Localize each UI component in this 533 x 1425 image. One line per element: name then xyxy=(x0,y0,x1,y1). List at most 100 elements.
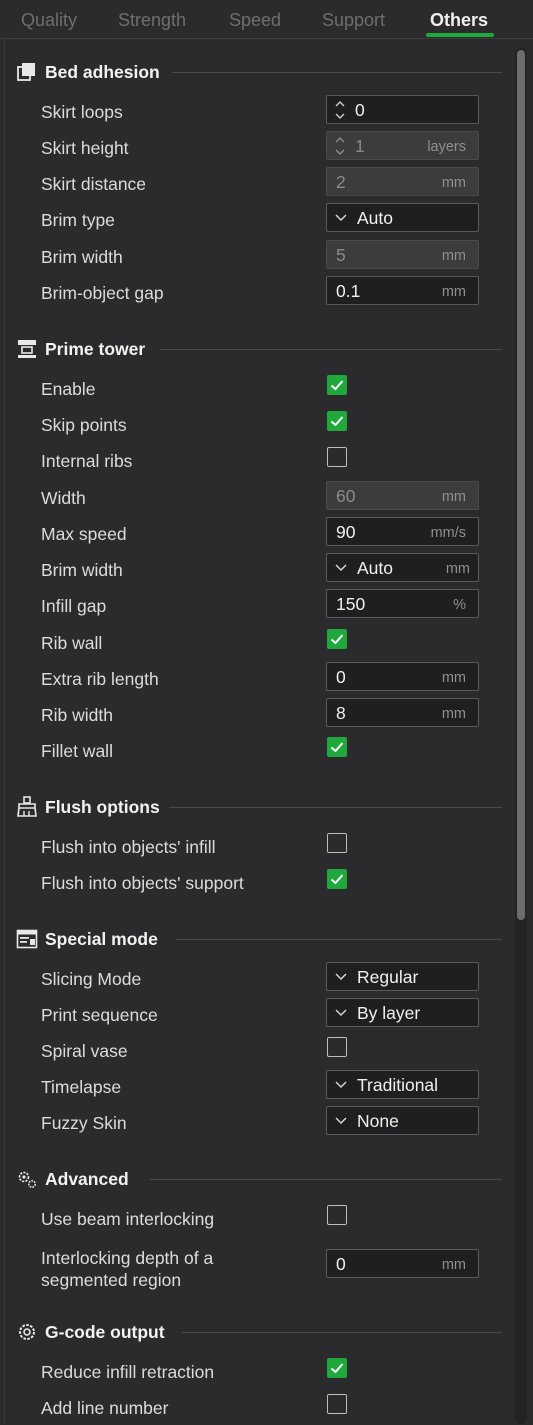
field-value: 5 xyxy=(336,245,346,265)
setting-row-extra-rib-length: Extra rib length 0 mm xyxy=(0,662,533,696)
flush-brush-icon xyxy=(17,796,37,817)
beam-interlocking-checkbox[interactable] xyxy=(327,1205,347,1225)
field-value: 8 xyxy=(336,703,346,723)
field-unit: mm xyxy=(441,1257,466,1273)
setting-label: Brim-object gap xyxy=(41,283,164,303)
max-speed-input[interactable]: 90 mm/s xyxy=(326,517,479,546)
setting-label: Max speed xyxy=(41,524,127,544)
brim-object-gap-input[interactable]: 0.1 mm xyxy=(326,276,479,305)
setting-label: Brim width xyxy=(41,560,123,580)
field-value: By layer xyxy=(357,1003,421,1023)
rib-width-input[interactable]: 8 mm xyxy=(326,698,479,727)
setting-label: Add line number xyxy=(41,1398,169,1418)
setting-row-rib-width: Rib width 8 mm xyxy=(0,698,533,732)
field-value: 0.1 xyxy=(336,281,361,301)
timelapse-dropdown[interactable]: Traditional xyxy=(326,1070,479,1099)
enable-checkbox[interactable] xyxy=(327,375,347,395)
setting-row-width: Width 60 mm xyxy=(0,481,533,515)
setting-label: Rib width xyxy=(41,705,113,725)
field-value: 90 xyxy=(336,522,356,542)
tower-width-input[interactable]: 60 mm xyxy=(326,481,479,510)
extra-rib-length-input[interactable]: 0 mm xyxy=(326,662,479,691)
section-divider xyxy=(150,1179,502,1180)
setting-row-rib-wall: Rib wall xyxy=(0,626,533,660)
tab-strength[interactable]: Strength xyxy=(118,10,186,31)
rib-wall-checkbox[interactable] xyxy=(327,629,347,649)
gcode-gear-icon xyxy=(19,1324,35,1340)
fuzzy-skin-dropdown[interactable]: None xyxy=(326,1106,479,1135)
setting-label: Print sequence xyxy=(41,1005,158,1025)
section-bed-adhesion: Bed adhesion xyxy=(16,60,502,84)
vertical-scrollbar[interactable] xyxy=(515,48,527,1424)
setting-row-add-line-number: Add line number xyxy=(0,1391,533,1425)
setting-label: Interlocking depth of a segmented region xyxy=(41,1248,214,1290)
tower-brim-width-dropdown[interactable]: Auto mm xyxy=(326,553,479,582)
setting-label: Skirt distance xyxy=(41,174,147,194)
field-value: 60 xyxy=(336,486,356,506)
field-value: Auto xyxy=(357,558,393,578)
setting-row-fuzzy-skin: Fuzzy Skin None xyxy=(0,1106,533,1140)
setting-label: Use beam interlocking xyxy=(41,1209,215,1229)
checkmark-icon xyxy=(330,1363,344,1374)
tab-others[interactable]: Others xyxy=(430,10,488,31)
flush-infill-checkbox[interactable] xyxy=(327,833,347,853)
skirt-loops-spin-input[interactable]: 0 xyxy=(326,95,479,124)
field-value: Auto xyxy=(357,208,393,228)
setting-row-fillet-wall: Fillet wall xyxy=(0,734,533,768)
field-value: 0 xyxy=(355,100,365,120)
bed-adhesion-icon xyxy=(17,63,35,81)
chevron-down-icon xyxy=(335,214,347,221)
skip-points-checkbox[interactable] xyxy=(327,411,347,431)
tab-quality[interactable]: Quality xyxy=(21,10,77,31)
setting-row-max-speed: Max speed 90 mm/s xyxy=(0,517,533,551)
setting-row-brim-type: Brim type Auto xyxy=(0,203,533,237)
skirt-distance-input[interactable]: 2 mm xyxy=(326,167,479,196)
internal-ribs-checkbox[interactable] xyxy=(327,447,347,467)
setting-label: Rib wall xyxy=(41,633,103,653)
setting-row-brim-object-gap: Brim-object gap 0.1 mm xyxy=(0,276,533,310)
field-value: 0 xyxy=(336,667,346,687)
setting-row-skirt-distance: Skirt distance 2 mm xyxy=(0,167,533,201)
skirt-height-spin-input[interactable]: 1 layers xyxy=(326,131,479,160)
section-divider xyxy=(182,1332,502,1333)
spiral-vase-checkbox[interactable] xyxy=(327,1037,347,1057)
add-line-number-checkbox[interactable] xyxy=(327,1394,347,1414)
checkmark-icon xyxy=(330,380,344,391)
field-value: None xyxy=(357,1111,399,1131)
section-prime-tower: Prime tower xyxy=(16,337,502,361)
section-special-mode: Special mode xyxy=(16,927,502,951)
checkmark-icon xyxy=(330,634,344,645)
setting-label: Spiral vase xyxy=(41,1041,128,1061)
setting-label: Fuzzy Skin xyxy=(41,1113,127,1133)
slicing-mode-dropdown[interactable]: Regular xyxy=(326,962,479,991)
setting-label: Extra rib length xyxy=(41,669,159,689)
fillet-wall-checkbox[interactable] xyxy=(327,737,347,757)
setting-label: Flush into objects' support xyxy=(41,873,244,893)
section-title: Flush options xyxy=(45,797,160,817)
spinner-arrows-icon[interactable] xyxy=(333,134,347,158)
setting-row-reduce-infill-retraction: Reduce infill retraction xyxy=(0,1355,533,1389)
print-sequence-dropdown[interactable]: By layer xyxy=(326,998,479,1027)
section-divider xyxy=(172,72,502,73)
setting-label: Brim width xyxy=(41,247,123,267)
spinner-arrows-icon[interactable] xyxy=(333,98,347,122)
section-flush-options: Flush options xyxy=(16,795,502,819)
section-title: Special mode xyxy=(45,929,158,949)
setting-label: Enable xyxy=(41,379,96,399)
reduce-infill-retraction-checkbox[interactable] xyxy=(327,1358,347,1378)
brim-width-input[interactable]: 5 mm xyxy=(326,240,479,269)
brim-type-dropdown[interactable]: Auto xyxy=(326,203,479,232)
setting-label: Flush into objects' infill xyxy=(41,837,216,857)
tab-support[interactable]: Support xyxy=(322,10,385,31)
tab-speed[interactable]: Speed xyxy=(229,10,281,31)
flush-support-checkbox[interactable] xyxy=(327,869,347,889)
setting-label: Internal ribs xyxy=(41,451,133,471)
infill-gap-input[interactable]: 150 % xyxy=(326,589,479,618)
interlocking-depth-input[interactable]: 0 mm xyxy=(326,1249,479,1278)
field-unit: mm xyxy=(441,175,466,191)
setting-row-infill-gap: Infill gap 150 % xyxy=(0,589,533,623)
setting-label: Timelapse xyxy=(41,1077,122,1097)
field-unit: mm xyxy=(441,248,466,264)
setting-label: Fillet wall xyxy=(41,741,113,761)
scrollbar-thumb[interactable] xyxy=(517,50,525,920)
